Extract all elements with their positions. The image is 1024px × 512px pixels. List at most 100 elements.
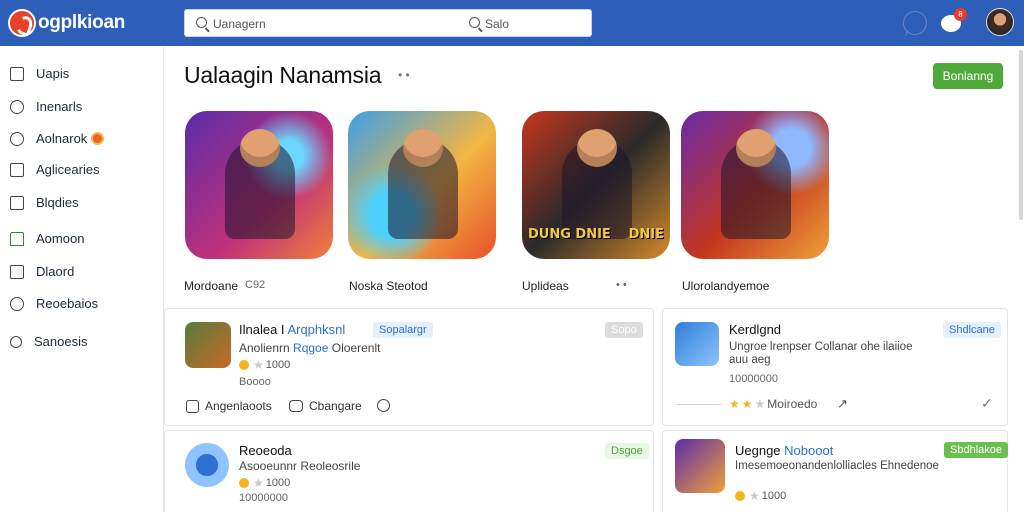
title-menu-dots[interactable]: • • [398, 68, 410, 82]
app-rating: ★ 1000 [735, 489, 786, 503]
category-tag[interactable]: Dsgoe [605, 443, 649, 459]
sidebar-item-label: Aomoon [36, 231, 85, 246]
desc-link[interactable]: Rqgoe [293, 341, 328, 355]
coin-icon [735, 491, 745, 501]
scrollbar[interactable] [1019, 50, 1023, 220]
sidebar-item-aolnarok[interactable]: Aolnarok [10, 131, 105, 146]
sidebar-item-aglicearies[interactable]: Aglicearies [10, 162, 100, 177]
coin-icon [239, 478, 249, 488]
desc-part: Anolienrn [239, 341, 290, 355]
sidebar-item-label: Blqdies [36, 195, 79, 210]
app-card[interactable]: Uegnge Nobooot Sbdhlakoe Imesemoeonanden… [662, 430, 1008, 512]
trend-icon: ↗ [837, 396, 848, 411]
download-count: Boooo [239, 376, 271, 388]
download-count: 10000000 [239, 492, 288, 504]
sidebar-item-blqdies[interactable]: Blqdies [10, 195, 79, 210]
user-avatar[interactable] [986, 8, 1014, 36]
app-rating: ★ 1000 [239, 358, 290, 372]
logo-text: ogplkioan [38, 12, 126, 33]
star-icon: ★ [741, 397, 753, 411]
app-icon [675, 322, 719, 366]
info-icon [186, 399, 199, 413]
rating-value: 1000 [265, 359, 291, 371]
search-icon [196, 17, 207, 28]
download-count: 10000000 [729, 373, 778, 385]
app-rating: ★ ★ ★ Moiroedo [729, 397, 817, 411]
featured-app-name[interactable]: Uplideas [522, 279, 569, 293]
check-icon[interactable]: ✓ [981, 395, 993, 412]
sidebar-item-aomoon[interactable]: Aomoon [10, 231, 84, 246]
app-name[interactable]: Kerdlgnd [729, 322, 781, 337]
featured-app-name[interactable]: Noska Steotod [349, 279, 428, 293]
search-input[interactable]: Uanagern Salo [184, 9, 592, 37]
sidebar-item-label: Aglicearies [36, 162, 100, 177]
top-bar: ogplkioan Uanagern Salo 8 [0, 0, 1024, 46]
details-action[interactable]: Angenlaoots [186, 399, 272, 413]
app-card[interactable]: Ilnalea I Arqphksnl Sopalargr Sopo Anoli… [164, 308, 654, 426]
sidebar-item-dlaord[interactable]: Dlaord [10, 264, 74, 279]
divider [677, 404, 721, 405]
install-button[interactable]: Sbdhlakoe [944, 442, 1008, 458]
app-icon [675, 439, 725, 493]
sidebar-item-label: Uapis [36, 66, 70, 81]
banner-text-left: DUNG DNIE [528, 227, 611, 242]
comments-action[interactable]: Cbangare [289, 399, 362, 413]
sidebar-item-label: Reoebaios [36, 296, 99, 311]
sidebar-item-reoebaios[interactable]: Reoebaios [10, 296, 98, 311]
app-name[interactable]: Ilnalea I Arqphksnl [239, 322, 345, 337]
rating-label: Moiroedo [767, 397, 818, 411]
action-label: Cbangare [309, 399, 362, 413]
app-name[interactable]: Reoeoda [239, 443, 292, 458]
featured-app-meta: • • [616, 279, 627, 291]
sidebar: Uapis Inenarls Aolnarok Aglicearies Blqd… [0, 46, 164, 512]
featured-app-tile[interactable] [681, 111, 829, 259]
app-icon [185, 443, 229, 487]
action-label: Angenlaoots [205, 399, 272, 413]
app-description: Ungroe lrenpser Collanar ohe ilaiioe [729, 341, 913, 353]
category-tag[interactable]: Sopalargr [373, 322, 433, 338]
character-head [736, 129, 776, 167]
sidebar-item-label: Dlaord [36, 264, 75, 279]
app-card[interactable]: Reoeoda Dsgoe Asooeunnr Reoleosrile ★ 10… [164, 430, 654, 512]
character-head [240, 129, 280, 167]
comment-icon [289, 400, 303, 412]
rating-value: 1000 [265, 477, 291, 489]
chat-icon[interactable] [903, 11, 927, 35]
app-name[interactable]: Uegnge Nobooot [735, 443, 833, 458]
app-developer-link[interactable]: Nobooot [784, 443, 833, 458]
install-button[interactable]: Sopo [605, 322, 643, 338]
banner-text-right: DNIE [628, 227, 664, 242]
featured-app-tile[interactable]: DUNG DNIE DNIE [522, 111, 670, 259]
star-icon: ★ [253, 358, 264, 372]
character-head [403, 129, 443, 167]
sidebar-item-sanoesis[interactable]: Sanoesis [10, 334, 87, 349]
app-icon [185, 322, 231, 368]
search-scope-placeholder: Salo [485, 17, 510, 31]
app-logo[interactable]: ogplkioan [8, 9, 125, 37]
search-icon [10, 335, 22, 348]
app-description-cont: auu aeg [729, 354, 771, 366]
person-icon [10, 99, 24, 114]
primary-action-button[interactable]: Bonlanng [933, 63, 1003, 89]
app-card[interactable]: Kerdlgnd Shdlcane Ungroe lrenpser Collan… [662, 308, 1008, 426]
sidebar-item-uapis[interactable]: Uapis [10, 66, 69, 81]
star-icon: ★ [754, 397, 766, 411]
desc-part: Oloerenlt [331, 341, 381, 355]
app-name-text: Ilnalea I [239, 322, 285, 337]
notifications-button[interactable]: 8 [941, 8, 967, 35]
sidebar-item-inenarls[interactable]: Inenarls [10, 99, 82, 114]
featured-app-name[interactable]: Ulorolandyemoe [682, 279, 769, 293]
app-developer-link[interactable]: Arqphksnl [287, 322, 345, 337]
sidebar-item-label: Sanoesis [34, 334, 88, 349]
clock-icon [377, 399, 390, 412]
alert-badge-icon [91, 132, 105, 145]
more-action[interactable] [377, 399, 390, 412]
featured-app-tile[interactable] [185, 111, 333, 259]
star-icon: ★ [749, 489, 760, 503]
category-tag[interactable]: Shdlcane [943, 322, 1001, 338]
circle-icon [10, 131, 24, 146]
featured-app-tile[interactable] [348, 111, 496, 259]
stack-icon [10, 162, 24, 177]
home-icon [10, 231, 24, 246]
featured-app-name[interactable]: Mordoane [184, 279, 238, 293]
